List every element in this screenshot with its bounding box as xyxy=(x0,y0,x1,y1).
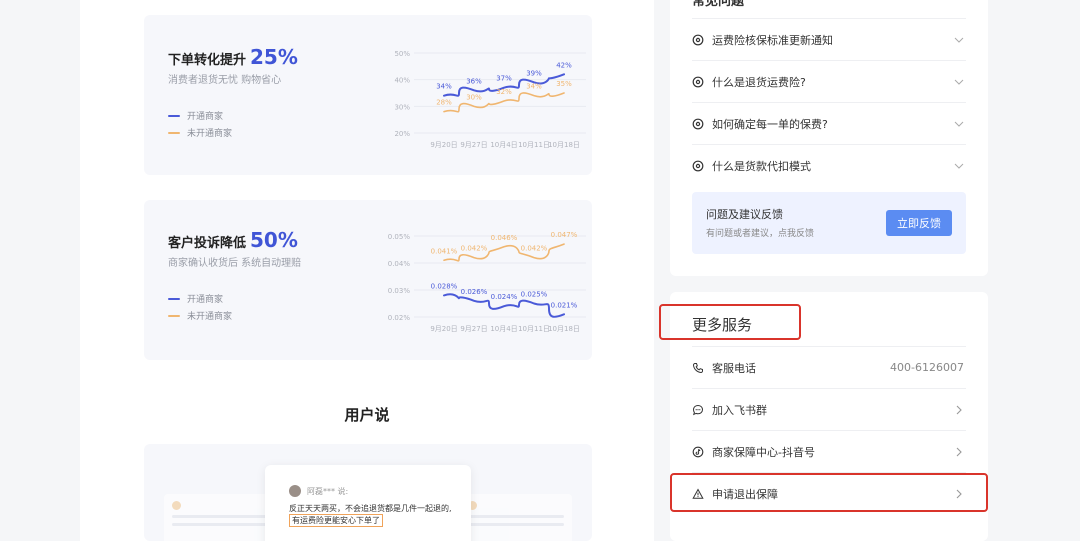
faq-item-label: 什么是退货运费险? xyxy=(712,75,806,89)
x-tick-label: 10月11日 xyxy=(518,325,550,333)
x-tick-label: 9月27日 xyxy=(460,141,487,149)
data-label: 39% xyxy=(526,69,542,77)
x-tick-label: 9月20日 xyxy=(430,325,457,333)
chevron-right-icon xyxy=(956,447,962,456)
data-label: 35% xyxy=(556,80,572,88)
review-text-placeholder xyxy=(468,515,564,518)
faq-title: 常见问题 xyxy=(692,0,745,9)
faq-item[interactable]: 运费险核保标准更新通知 xyxy=(692,18,966,60)
data-label: 0.028% xyxy=(431,282,458,290)
data-label: 0.021% xyxy=(551,301,578,309)
chevron-right-icon xyxy=(956,405,962,414)
review-carousel[interactable]: 阿磊*** 说: 反正天天两买，不会追退货都是几件一起退的, 有运费险更能安心下… xyxy=(144,444,592,541)
data-label: 0.041% xyxy=(431,247,458,255)
question-icon xyxy=(692,160,704,171)
data-label: 30% xyxy=(466,93,482,101)
feedback-box: 问题及建议反馈 有问题或者建议，点我反馈 立即反馈 xyxy=(692,192,966,254)
highlight-box-services xyxy=(659,304,801,340)
question-icon xyxy=(692,118,704,129)
service-item-label: 商家保障中心-抖音号 xyxy=(712,445,815,459)
x-tick-label: 10月4日 xyxy=(490,325,517,333)
y-tick-label: 0.03% xyxy=(388,287,411,295)
faq-item[interactable]: 如何确定每一单的保费? xyxy=(692,102,966,144)
review-highlight-text: 有运费险更能安心下单了 xyxy=(289,514,383,527)
y-tick-label: 0.05% xyxy=(388,233,411,241)
review-card-main[interactable]: 阿磊*** 说: 反正天天两买，不会追退货都是几件一起退的, 有运费险更能安心下… xyxy=(265,465,471,541)
conversion-line-chart: 50% 40% 30% 20% 9月20日 9月27日 10月4日 10月11日10月18日 3… xyxy=(394,50,586,149)
main-panel: 下单转化提升 25% 消费者退货无忧 购物省心 开通商家 未开通商家 50% 40%… xyxy=(80,0,654,541)
data-label: 0.024% xyxy=(491,293,518,301)
review-card-left[interactable] xyxy=(164,494,276,541)
data-label: 0.042% xyxy=(521,245,548,253)
chevron-down-icon xyxy=(954,37,964,43)
y-tick-label: 40% xyxy=(394,77,410,85)
chart-card-complaints: 客户投诉降低 50% 商家确认收货后 系统自动理赔 开通商家 未开通商家 0.05… xyxy=(144,200,592,360)
review-text: 反正天天两买，不会追退货都是几件一起退的, xyxy=(289,504,452,513)
y-tick-label: 30% xyxy=(394,103,410,111)
faq-item-label: 如何确定每一单的保费? xyxy=(712,117,828,131)
chat-icon xyxy=(692,404,704,415)
complaints-line-chart: 0.05% 0.04% 0.03% 0.02% 9月20日 9月27日 10月4日 10月11… xyxy=(388,231,586,333)
service-item-douyin[interactable]: 商家保障中心-抖音号 xyxy=(692,430,966,472)
chart-card-conversion: 下单转化提升 25% 消费者退货无忧 购物省心 开通商家 未开通商家 50% 40%… xyxy=(144,15,592,175)
service-phone-number: 400-6126007 xyxy=(890,361,964,374)
review-text-placeholder xyxy=(468,523,564,526)
faq-item-label: 什么是货款代扣模式 xyxy=(712,159,811,173)
data-label: 42% xyxy=(556,61,572,69)
faq-card: 常见问题 运费险核保标准更新通知 什么是退货运费险? 如何确定每一单的保费? 什… xyxy=(670,0,988,276)
users-section-title: 用户说 xyxy=(344,406,390,424)
x-tick-label: 10月11日 xyxy=(518,141,550,149)
data-label: 36% xyxy=(466,77,482,85)
x-tick-label: 10月18日 xyxy=(548,325,580,333)
data-label: 34% xyxy=(526,83,542,91)
service-item-label: 客服电话 xyxy=(712,361,756,375)
service-item-feishu[interactable]: 加入飞书群 xyxy=(692,388,966,430)
review-text-placeholder xyxy=(172,523,268,526)
data-label: 32% xyxy=(496,88,512,96)
x-tick-label: 10月4日 xyxy=(490,141,517,149)
data-label: 34% xyxy=(436,83,452,91)
review-author: 阿磊*** 说: xyxy=(289,485,348,497)
service-item-phone[interactable]: 客服电话 400-6126007 xyxy=(692,346,966,388)
chevron-down-icon xyxy=(954,121,964,127)
avatar xyxy=(172,501,181,510)
y-tick-label: 50% xyxy=(394,50,410,58)
y-tick-label: 0.04% xyxy=(388,260,411,268)
review-text-placeholder xyxy=(172,515,268,518)
chevron-down-icon xyxy=(954,163,964,169)
x-tick-label: 10月18日 xyxy=(548,141,580,149)
question-icon xyxy=(692,76,704,87)
data-label: 0.046% xyxy=(491,234,518,242)
chevron-down-icon xyxy=(954,79,964,85)
service-item-label: 加入飞书群 xyxy=(712,403,767,417)
data-label: 28% xyxy=(436,99,452,107)
review-author-name: 阿磊*** 说: xyxy=(307,486,349,496)
feedback-subtitle: 有问题或者建议，点我反馈 xyxy=(706,229,815,239)
faq-item[interactable]: 什么是货款代扣模式 xyxy=(692,144,966,186)
feedback-button[interactable]: 立即反馈 xyxy=(886,210,952,236)
data-label: 0.025% xyxy=(521,291,548,299)
data-label: 37% xyxy=(496,75,512,83)
faq-item-label: 运费险核保标准更新通知 xyxy=(712,33,833,47)
x-tick-label: 9月20日 xyxy=(430,141,457,149)
question-icon xyxy=(692,34,704,45)
data-label: 0.026% xyxy=(461,288,488,296)
avatar xyxy=(289,485,301,497)
y-tick-label: 0.02% xyxy=(388,314,411,322)
x-tick-label: 9月27日 xyxy=(460,325,487,333)
feedback-title: 问题及建议反馈 xyxy=(706,208,783,221)
review-card-right[interactable] xyxy=(460,494,572,541)
faq-item[interactable]: 什么是退货运费险? xyxy=(692,60,966,102)
phone-icon xyxy=(692,362,703,373)
highlight-box-quit xyxy=(670,473,988,512)
y-tick-label: 20% xyxy=(394,130,410,138)
douyin-icon xyxy=(692,446,704,457)
data-label: 0.042% xyxy=(461,245,488,253)
data-label: 0.047% xyxy=(551,231,578,239)
